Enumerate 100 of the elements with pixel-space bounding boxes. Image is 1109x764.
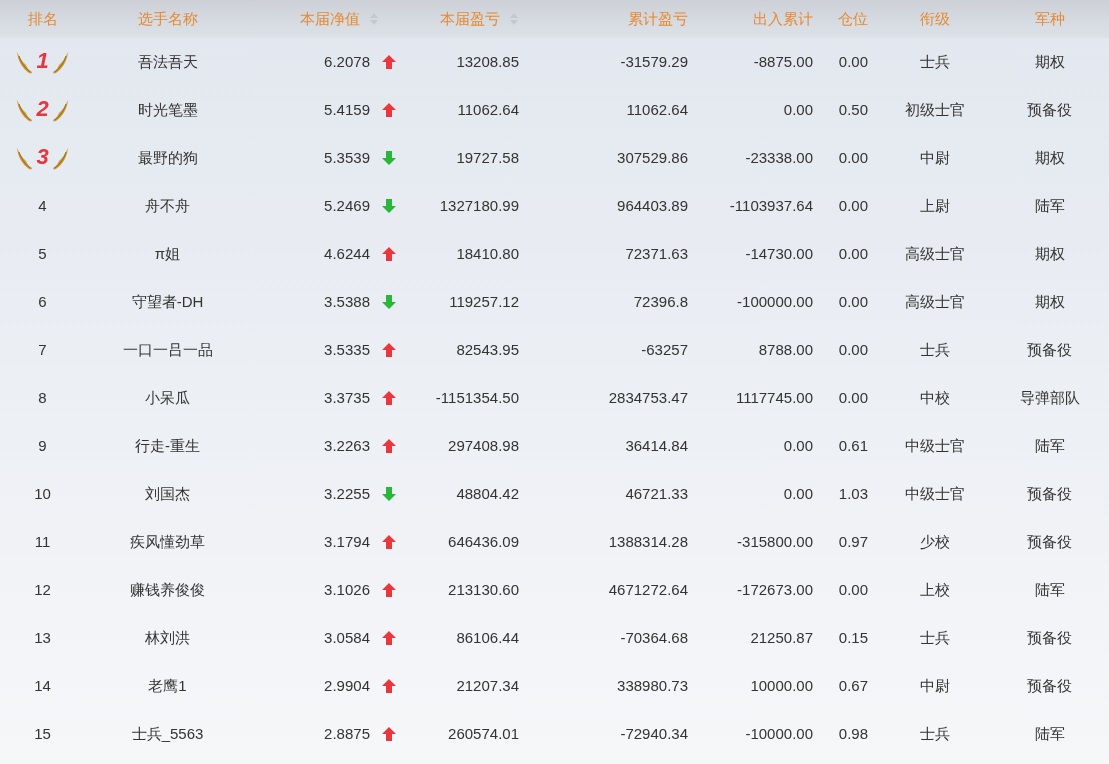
branch-name: 期权 [1034, 147, 1065, 168]
player-name: 舟不舟 [145, 195, 190, 216]
player-name: 林刘洪 [145, 627, 190, 648]
player-name: 士兵_5563 [131, 723, 204, 744]
total-profit: -70364.68 [620, 627, 688, 648]
cash-flow: -23338.00 [745, 147, 813, 168]
cash-flow: -14730.00 [745, 243, 813, 264]
player-name: 老鹰1 [148, 675, 187, 696]
total-profit: 964403.89 [617, 195, 688, 216]
position-ratio: 0.97 [838, 531, 868, 552]
rank-title: 士兵 [920, 723, 950, 744]
branch-name: 预备役 [1027, 675, 1072, 696]
net-value: 5.3539 [324, 147, 370, 168]
net-value: 3.5335 [324, 339, 370, 360]
position-ratio: 0.00 [838, 147, 868, 168]
total-profit: -63257 [641, 339, 688, 360]
period-profit: 1327180.99 [439, 195, 519, 216]
period-profit: 297408.98 [448, 435, 519, 456]
period-profit: 213130.60 [448, 579, 519, 600]
column-header: 衔级 [920, 8, 950, 29]
net-value: 5.2469 [324, 195, 370, 216]
net-value: 2.9904 [324, 675, 370, 696]
net-value: 6.2078 [324, 51, 370, 72]
period-profit: 18410.80 [456, 243, 519, 264]
period-profit: 48804.42 [456, 483, 519, 504]
rank-number: 3 [36, 142, 49, 171]
position-ratio: 1.03 [838, 483, 868, 504]
total-profit: 46721.33 [625, 483, 688, 504]
rank-number: 2 [36, 94, 49, 123]
cash-flow: -315800.00 [737, 531, 813, 552]
total-profit: 4671272.64 [608, 579, 688, 600]
column-header: 出入累计 [753, 8, 813, 29]
net-value: 5.4159 [324, 99, 370, 120]
position-ratio: 0.00 [838, 339, 868, 360]
position-ratio: 0.67 [838, 675, 868, 696]
cash-flow: 8788.00 [758, 339, 813, 360]
player-name: π姐 [154, 243, 181, 264]
branch-name: 预备役 [1027, 339, 1072, 360]
position-ratio: 0.00 [838, 243, 868, 264]
player-name: 时光笔墨 [137, 99, 198, 120]
period-profit: -1151354.50 [435, 387, 519, 408]
branch-name: 预备役 [1027, 627, 1072, 648]
rank-title: 中级士官 [905, 435, 965, 456]
branch-name: 陆军 [1034, 435, 1065, 456]
position-ratio: 0.61 [838, 435, 868, 456]
position-ratio: 0.00 [838, 51, 868, 72]
total-profit: 338980.73 [617, 675, 688, 696]
branch-name: 陆军 [1034, 723, 1065, 744]
total-profit: 307529.86 [617, 147, 688, 168]
total-profit: 11062.64 [626, 99, 688, 120]
position-ratio: 0.50 [838, 99, 868, 120]
player-name: 赚钱养俊俊 [130, 579, 205, 600]
branch-name: 陆军 [1034, 579, 1065, 600]
rank-title: 初级士官 [905, 99, 965, 120]
player-name: 最野的狗 [137, 147, 198, 168]
period-profit: 646436.09 [448, 531, 519, 552]
total-profit: 2834753.47 [608, 387, 688, 408]
position-ratio: 0.00 [838, 291, 868, 312]
net-value: 3.0584 [324, 627, 370, 648]
rank-title: 士兵 [920, 51, 950, 72]
net-value: 3.3735 [324, 387, 370, 408]
rank-title: 高级士官 [905, 291, 965, 312]
player-name: 刘国杰 [145, 483, 190, 504]
column-header: 仓位 [838, 8, 868, 29]
rank-number: 12 [34, 579, 51, 600]
period-profit: 119257.12 [449, 291, 519, 312]
rank-number: 7 [38, 339, 47, 360]
column-header[interactable]: 本届盈亏 [440, 7, 500, 31]
rank-number: 1 [36, 46, 49, 75]
column-header[interactable]: 本届净值 [300, 7, 360, 31]
rank-title: 少校 [920, 531, 950, 552]
rank-number: 10 [34, 483, 51, 504]
position-ratio: 0.98 [838, 723, 868, 744]
branch-name: 期权 [1034, 51, 1065, 72]
net-value: 2.8875 [324, 723, 370, 744]
player-name: 行走-重生 [135, 435, 200, 456]
cash-flow: 0.00 [783, 435, 813, 456]
period-profit: 11062.64 [457, 99, 519, 120]
rank-number: 15 [34, 723, 51, 744]
period-profit: 21207.34 [456, 675, 519, 696]
total-profit: 36414.84 [625, 435, 688, 456]
net-value: 3.5388 [324, 291, 370, 312]
total-profit: -72940.34 [620, 723, 688, 744]
cash-flow: 0.00 [783, 483, 813, 504]
net-value: 3.1794 [324, 531, 370, 552]
period-profit: 19727.58 [456, 147, 519, 168]
player-name: 一口一吕一品 [122, 339, 213, 360]
cash-flow: 0.00 [783, 99, 813, 120]
cash-flow: -1103937.64 [729, 195, 813, 216]
cash-flow: -172673.00 [737, 579, 813, 600]
rank-number: 11 [34, 531, 51, 552]
period-profit: 86106.44 [456, 627, 519, 648]
rank-number: 4 [38, 195, 47, 216]
position-ratio: 0.00 [838, 387, 868, 408]
branch-name: 陆军 [1034, 195, 1065, 216]
branch-name: 期权 [1034, 291, 1065, 312]
rank-number: 5 [38, 243, 47, 264]
branch-name: 预备役 [1027, 531, 1072, 552]
column-header: 累计盈亏 [628, 8, 688, 29]
rank-title: 上校 [920, 579, 950, 600]
